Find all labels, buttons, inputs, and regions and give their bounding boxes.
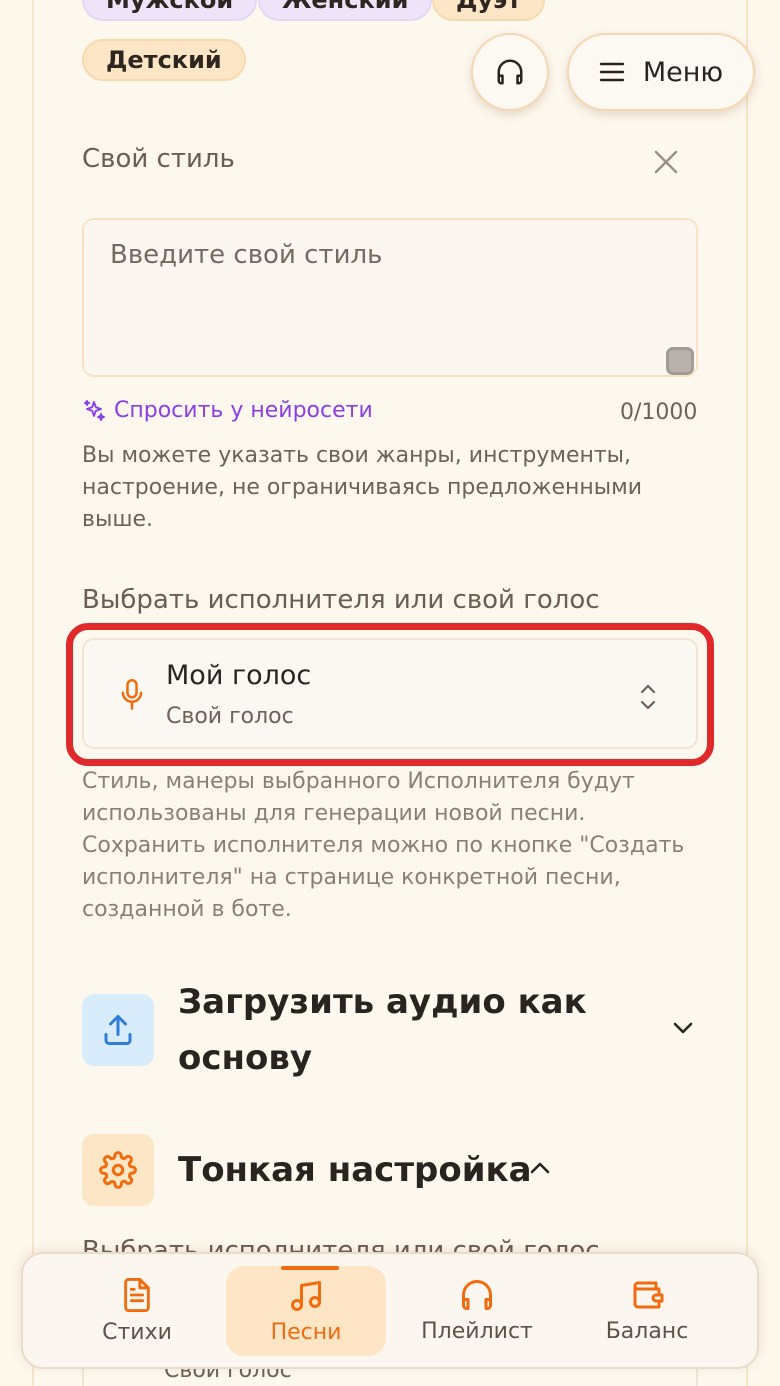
own-style-hint: Вы можете указать свои жанры, инструмент… xyxy=(82,443,643,532)
nav-lyrics-label: Стихи xyxy=(102,1320,172,1345)
upload-section-icon xyxy=(82,994,154,1066)
hamburger-icon xyxy=(599,62,625,82)
resize-handle[interactable] xyxy=(666,347,694,375)
music-note-icon xyxy=(291,1280,321,1311)
ask-ai-label: Спросить у нейросети xyxy=(114,398,373,423)
nav-songs[interactable]: Песни xyxy=(226,1266,386,1356)
fine-tune-section-title[interactable]: Тонкая настройка xyxy=(178,1142,532,1198)
fine-tune-section-icon xyxy=(82,1134,154,1206)
own-style-placeholder: Введите свой стиль xyxy=(110,240,383,270)
chevron-up-icon[interactable] xyxy=(528,1158,552,1178)
chevron-down-icon[interactable] xyxy=(670,1018,696,1038)
nav-lyrics[interactable]: Стихи xyxy=(57,1254,217,1367)
chip-female[interactable]: Женский xyxy=(258,0,433,21)
nav-active-indicator xyxy=(281,1266,339,1270)
sparkles-icon xyxy=(84,399,105,421)
headphones-icon xyxy=(462,1280,492,1310)
document-icon xyxy=(124,1277,150,1312)
menu-button[interactable]: Меню xyxy=(567,33,755,111)
wallet-icon xyxy=(633,1281,664,1309)
selection-highlight xyxy=(66,623,714,766)
nav-balance-label: Баланс xyxy=(605,1319,689,1344)
nav-songs-label: Песни xyxy=(270,1319,342,1345)
nav-playlist[interactable]: Плейлист xyxy=(397,1254,557,1367)
artist-label: Выбрать исполнителя или свой голос xyxy=(82,585,600,615)
chip-kids[interactable]: Детский xyxy=(82,39,246,81)
chip-male[interactable]: Мужской xyxy=(82,0,258,21)
headphones-icon xyxy=(497,59,523,85)
menu-label: Меню xyxy=(642,56,724,88)
own-style-label: Свой стиль xyxy=(82,144,235,174)
own-style-input[interactable]: Введите свой стиль xyxy=(82,218,698,377)
nav-playlist-label: Плейлист xyxy=(421,1319,533,1344)
artist-hint: Стиль, манеры выбранного Исполнителя буд… xyxy=(82,769,685,922)
ask-ai-link[interactable]: Спросить у нейросети xyxy=(82,398,373,423)
bottom-nav: Стихи Песни Плейлист Баланс xyxy=(21,1252,759,1369)
upload-section-title[interactable]: Загрузить аудио как основу xyxy=(178,974,618,1086)
nav-balance[interactable]: Баланс xyxy=(567,1254,727,1367)
chip-duet[interactable]: Дуэт xyxy=(432,0,546,21)
gear-icon xyxy=(99,1151,137,1189)
close-icon[interactable] xyxy=(650,146,682,178)
upload-icon xyxy=(104,1015,132,1045)
char-counter: 0/1000 xyxy=(620,400,698,425)
headphones-button[interactable] xyxy=(471,33,549,111)
